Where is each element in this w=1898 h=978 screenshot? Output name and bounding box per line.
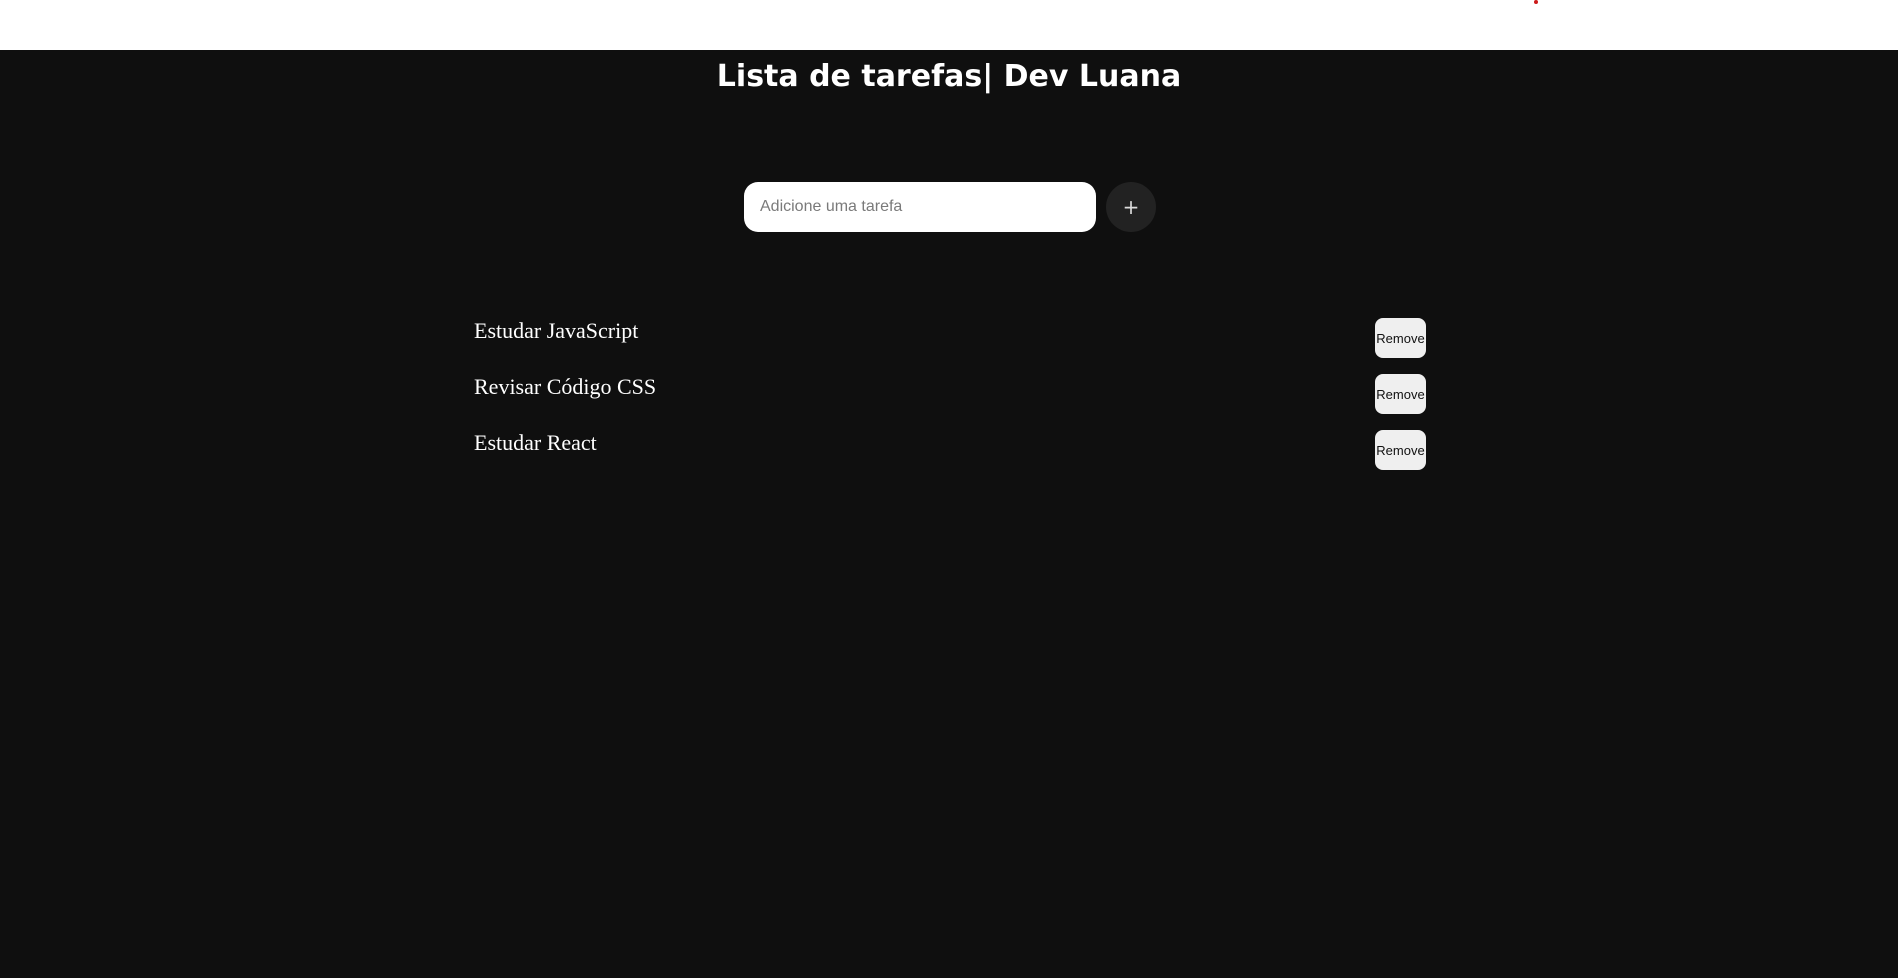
task-text: Estudar JavaScript xyxy=(474,318,639,343)
add-task-button[interactable]: + xyxy=(1106,182,1156,232)
task-item: Revisar Código CSS Remove xyxy=(474,372,1426,428)
task-text: Estudar React xyxy=(474,430,597,455)
top-bar xyxy=(0,0,1898,50)
indicator-dot-icon xyxy=(1534,0,1538,4)
remove-button[interactable]: Remove xyxy=(1375,318,1426,358)
task-list: Estudar JavaScript Remove Revisar Código… xyxy=(474,316,1426,484)
task-item: Estudar JavaScript Remove xyxy=(474,316,1426,372)
task-text: Revisar Código CSS xyxy=(474,374,657,399)
task-input[interactable] xyxy=(744,182,1096,232)
remove-button[interactable]: Remove xyxy=(1375,374,1426,414)
remove-button[interactable]: Remove xyxy=(1375,430,1426,470)
add-task-form: + xyxy=(744,182,1156,232)
task-item: Estudar React Remove xyxy=(474,428,1426,484)
page-title: Lista de tarefas| Dev Luana xyxy=(716,59,1182,94)
